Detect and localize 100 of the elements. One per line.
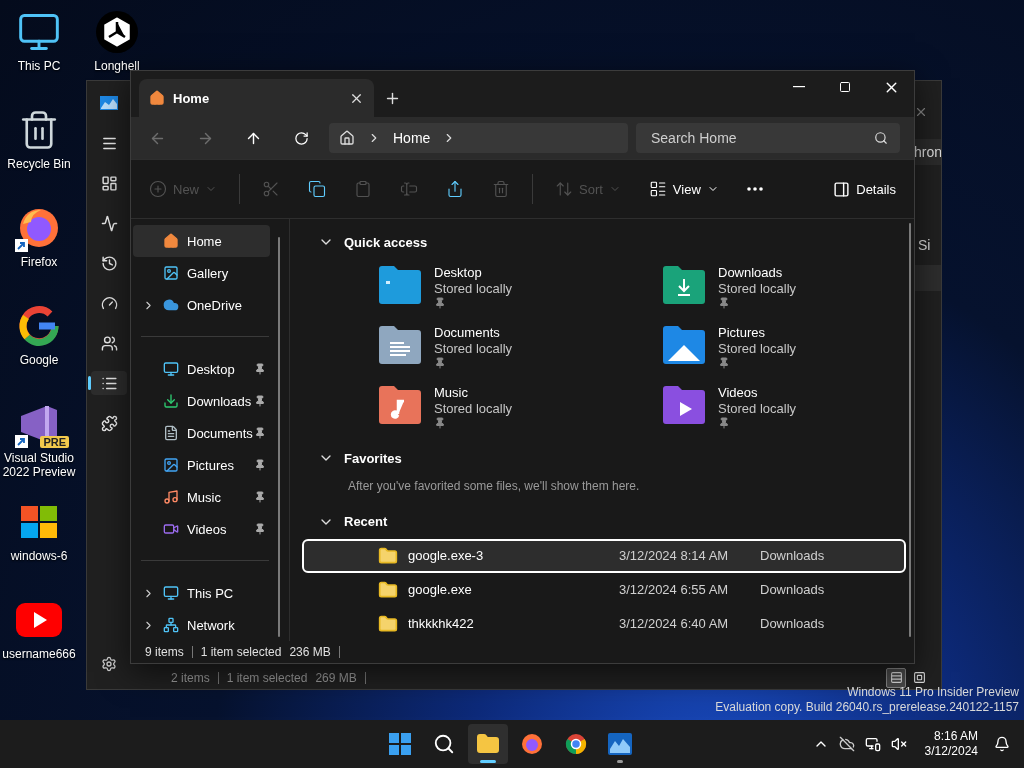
- network-icon[interactable]: [864, 736, 881, 752]
- folder-name[interactable]: Videos: [718, 385, 797, 402]
- people-icon: [100, 334, 118, 352]
- minimize-icon: [793, 86, 805, 88]
- desktop-folder-icon[interactable]: [378, 265, 422, 306]
- document-icon: [163, 425, 179, 441]
- details-button[interactable]: Details: [827, 173, 902, 205]
- folder-name[interactable]: Pictures: [718, 325, 797, 342]
- sidebar-item[interactable]: Pictures: [133, 449, 270, 481]
- desktop-icon-label[interactable]: username666: [0, 647, 78, 661]
- desktop-icon: [163, 361, 179, 377]
- view-button[interactable]: View: [642, 173, 725, 205]
- folder-status: Stored locally: [434, 341, 513, 358]
- size-text: 269 MB: [315, 670, 357, 685]
- folder-icon: [378, 580, 398, 600]
- chart-app-icon: [608, 733, 632, 755]
- desktop-icon-label[interactable]: Firefox: [0, 255, 78, 269]
- sidebar-item[interactable]: Music: [133, 481, 270, 513]
- sidebar-item[interactable]: Downloads: [133, 385, 270, 417]
- play-logo-icon: [16, 603, 62, 637]
- maximize-icon: [839, 81, 851, 93]
- sidebar-item[interactable]: This PC: [133, 577, 270, 609]
- selection-text: 1 item selected: [200, 645, 282, 659]
- settings-icon[interactable]: [101, 656, 117, 672]
- google-icon: [17, 304, 61, 348]
- folder-name[interactable]: Downloads: [718, 265, 797, 282]
- gauge-icon: [100, 294, 118, 312]
- monitor-icon: [163, 585, 179, 601]
- section-heading: Quick access: [344, 234, 428, 250]
- file-row[interactable]: google.exe-3 3/12/2024 8:14 AM Downloads: [302, 539, 906, 573]
- desktop-icon-label[interactable]: Google: [0, 353, 78, 367]
- cloud-off-icon[interactable]: [838, 736, 855, 752]
- details-view-icon: [889, 671, 903, 684]
- sidebar-item[interactable]: Desktop: [133, 353, 270, 385]
- folder-icon: [378, 546, 398, 566]
- videos-folder-icon[interactable]: [662, 385, 706, 426]
- search-icon: [433, 733, 455, 755]
- desktop-icon-label[interactable]: Recycle Bin: [0, 157, 78, 171]
- firefox-icon: [17, 206, 61, 250]
- file-row[interactable]: google.exe 3/12/2024 6:55 AM Downloads: [302, 573, 906, 607]
- more-dots-icon: [746, 187, 763, 191]
- cube-logo-icon: [95, 10, 139, 54]
- sidebar-item[interactable]: Documents: [133, 417, 270, 449]
- desktop-icon-label[interactable]: Longhell: [78, 59, 156, 73]
- home-icon: [163, 233, 179, 249]
- search-icon: [874, 131, 888, 145]
- home-icon: [149, 90, 165, 106]
- video-icon: [163, 521, 179, 537]
- documents-folder-icon[interactable]: [378, 325, 422, 366]
- section-heading: Recent: [344, 514, 388, 530]
- taskbar-button[interactable]: [468, 724, 508, 764]
- details-pane-icon: [833, 180, 851, 198]
- muted-speaker-icon[interactable]: [890, 736, 907, 752]
- firefox-icon: [520, 732, 544, 756]
- gallery-icon: [163, 265, 179, 281]
- item-count-text: 9 items: [145, 645, 184, 659]
- cloud-icon: [163, 297, 179, 313]
- sidebar-item[interactable]: Home: [133, 225, 270, 257]
- view-icon: [648, 180, 667, 198]
- refresh-icon: [293, 130, 309, 146]
- folder-name[interactable]: Music: [434, 385, 513, 402]
- sidebar-item[interactable]: OneDrive: [133, 289, 270, 321]
- pulse-icon: [100, 214, 118, 232]
- sidebar-item[interactable]: Videos: [133, 513, 270, 545]
- folder-status: Stored locally: [718, 341, 797, 358]
- rename-icon: [400, 180, 418, 198]
- folder-name[interactable]: Documents: [434, 325, 513, 342]
- desktop-icon-label[interactable]: Visual Studio 2022 Preview: [0, 451, 78, 479]
- pictures-folder-icon[interactable]: [662, 325, 706, 366]
- music-folder-icon[interactable]: [378, 385, 422, 426]
- cut-icon: [262, 180, 280, 198]
- file-row[interactable]: thkkkhk422 3/12/2024 6:40 AM Downloads: [302, 607, 906, 641]
- clock[interactable]: 8:16 AM 3/12/2024: [924, 729, 978, 759]
- folder-status: Stored locally: [434, 401, 513, 418]
- column-header[interactable]: Si: [918, 237, 931, 253]
- notification-bell-icon[interactable]: [994, 736, 1010, 752]
- desktop-icon-label[interactable]: windows-6: [0, 549, 78, 563]
- home-icon: [339, 130, 355, 146]
- nav-button[interactable]: [91, 371, 127, 395]
- folder-icon: [378, 614, 398, 634]
- tab[interactable]: Home: [139, 79, 374, 117]
- paste-icon: [354, 180, 372, 198]
- tiles-view-icon: [912, 671, 926, 684]
- picture-icon: [163, 457, 179, 473]
- sidebar-item[interactable]: Network: [133, 609, 270, 641]
- breadcrumb[interactable]: Home: [393, 130, 431, 146]
- search-field[interactable]: Search Home: [636, 123, 900, 153]
- view-toggle-button[interactable]: [886, 667, 906, 688]
- preview-badge: PRE: [40, 436, 69, 448]
- sort-icon: [555, 180, 573, 198]
- folder-name[interactable]: Desktop: [434, 265, 513, 282]
- close-icon[interactable]: [914, 105, 928, 119]
- share-icon: [446, 180, 464, 198]
- address-bar[interactable]: Home: [329, 123, 628, 153]
- size-text: 236 MB: [289, 645, 331, 659]
- downloads-folder-icon[interactable]: [662, 265, 706, 306]
- desktop-icon-label[interactable]: This PC: [0, 59, 78, 73]
- windows-start-icon: [389, 733, 411, 755]
- app-logo-icon: [100, 96, 118, 110]
- sidebar-item[interactable]: Gallery: [133, 257, 270, 289]
